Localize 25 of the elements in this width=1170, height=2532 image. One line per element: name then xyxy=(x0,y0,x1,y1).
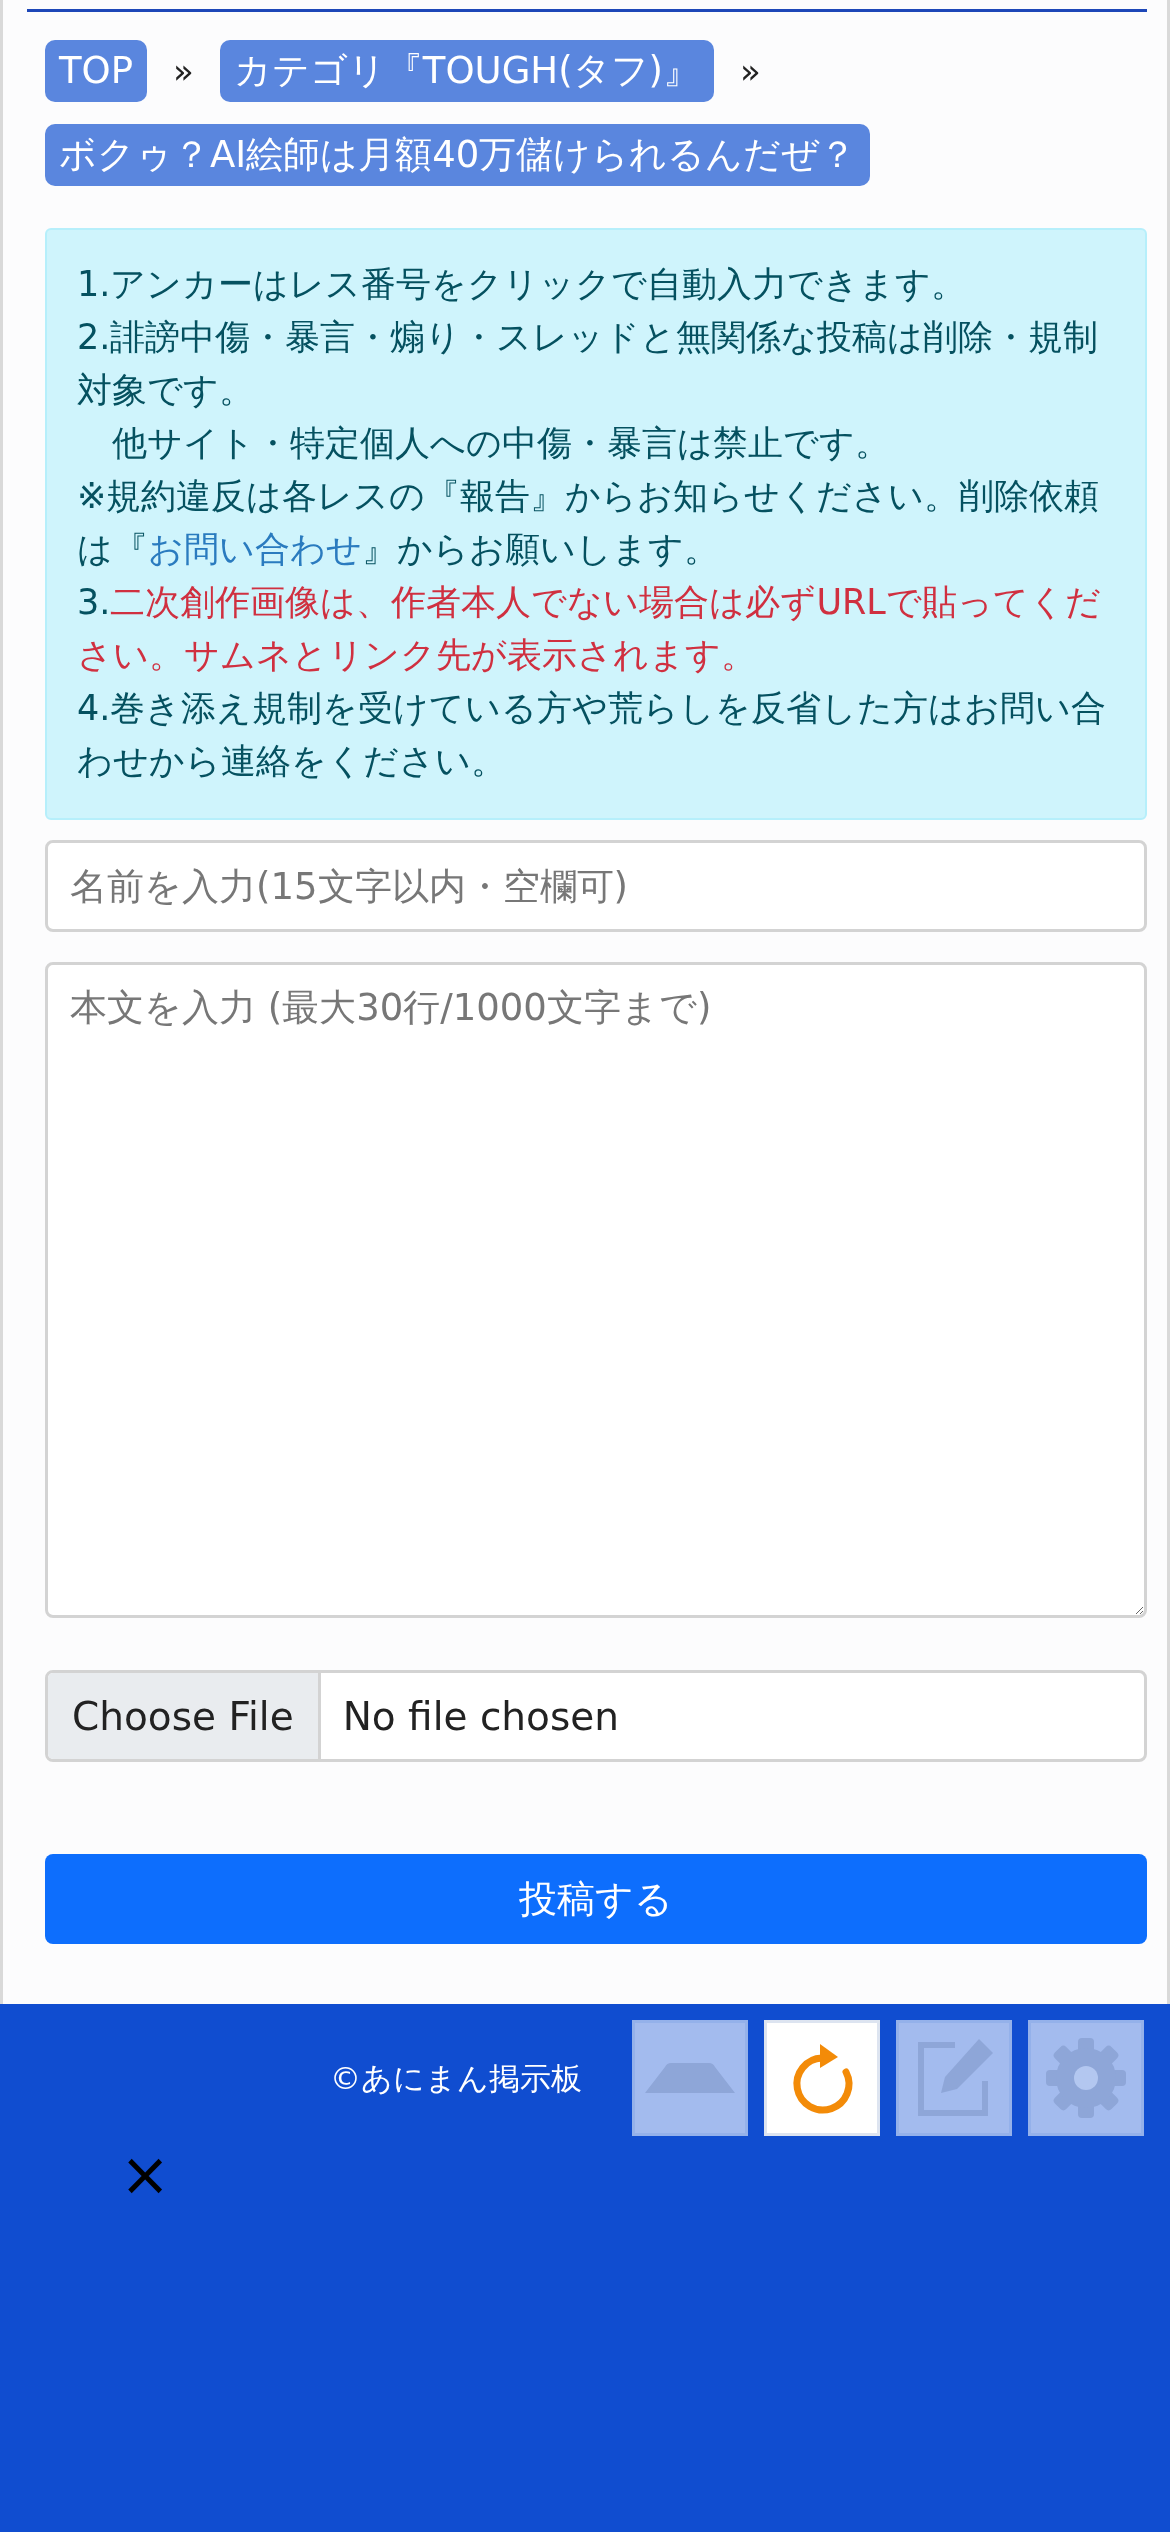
file-input[interactable]: Choose File No file chosen xyxy=(45,1670,1147,1762)
notice-text: 他サイト・特定個人への中傷・暴言は禁止です。 xyxy=(111,422,891,465)
settings-icon xyxy=(1044,2036,1128,2120)
reload-button[interactable] xyxy=(764,2020,880,2136)
notice-text: 4.巻き添え規制を受けている方や荒らしを反省した方はお問い合わせから連絡をください。 xyxy=(77,687,1108,783)
breadcrumb-link[interactable]: TOP xyxy=(45,40,148,102)
breadcrumb-separator: » xyxy=(173,51,194,91)
edit-button[interactable] xyxy=(896,2020,1012,2136)
breadcrumb-link[interactable]: ボクゥ？AI絵師は月額40万儲けられるんだぜ？ xyxy=(45,124,871,186)
breadcrumb-link[interactable]: カテゴリ『TOUGH(タフ)』 xyxy=(219,40,715,102)
notice-text: 1.アンカーはレス番号をクリックで自動入力できます。 xyxy=(77,263,968,306)
name-input[interactable]: 名前を入力(15文字以内・空欄可) xyxy=(45,840,1147,932)
contact-link[interactable]: お問い合わせ xyxy=(148,529,362,569)
breadcrumb-separator: » xyxy=(740,51,761,91)
file-status: No file chosen xyxy=(341,1692,620,1741)
copyright-text: ©あにまん掲示板 xyxy=(330,2059,582,2098)
notice-text: 3.二次創作画像は、作者本人でない場合は必ずURLで貼ってください。サムネとリンク先が表示されます。 xyxy=(77,581,1102,677)
up-button[interactable] xyxy=(632,2020,748,2136)
choose-file-button[interactable]: Choose File xyxy=(48,1673,321,1759)
body-textarea[interactable]: 本文を入力 (最大30行/1000文字まで) xyxy=(45,962,1147,1618)
settings-button[interactable] xyxy=(1028,2020,1144,2136)
notice-text: 2.誹謗中傷・暴言・煽り・スレッドと無関係な投稿は削除・規制対象です。 xyxy=(77,316,1100,412)
close-button[interactable]: × xyxy=(120,2144,171,2204)
notice-text: ※規約違反は各レスの『報告』からお知らせください。削除依頼は『お問い合わせ』からお願いします。 xyxy=(77,475,1101,571)
submit-button[interactable]: 投稿する xyxy=(45,1854,1147,1944)
